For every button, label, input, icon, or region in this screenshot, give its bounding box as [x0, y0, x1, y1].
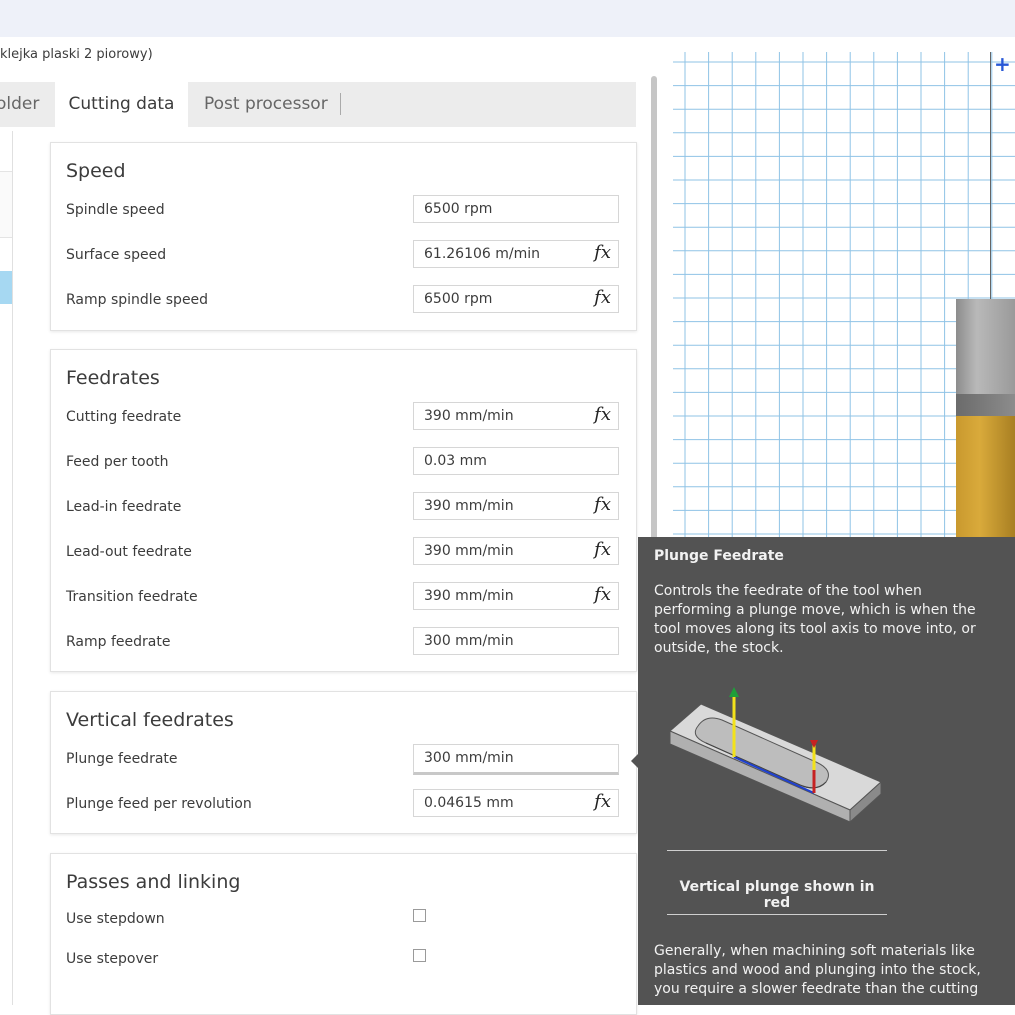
use-stepover-checkbox[interactable]	[413, 949, 426, 962]
tool-holder-shank	[956, 299, 1015, 394]
plus-icon[interactable]: +	[994, 54, 1011, 74]
tab-holder[interactable]: older	[0, 82, 55, 127]
section-title-feedrates: Feedrates	[66, 367, 160, 389]
scrollbar-thumb[interactable]	[651, 76, 657, 546]
speed-card: Speed Spindle speed Surface speed fx Ram…	[50, 142, 637, 331]
tab-post-processor[interactable]: Post processor	[204, 82, 328, 127]
left-list-item[interactable]	[0, 171, 12, 238]
section-title-speed: Speed	[66, 160, 126, 182]
tooltip-divider-top	[667, 850, 887, 851]
ramp-spindle-speed-input[interactable]	[414, 286, 594, 312]
cutting-feedrate-label: Cutting feedrate	[66, 409, 182, 425]
lead-in-feedrate-label: Lead-in feedrate	[66, 499, 182, 515]
tab-cutting-data[interactable]: Cutting data	[55, 82, 188, 127]
cutting-feedrate-field[interactable]: fx	[413, 402, 619, 430]
ramp-spindle-speed-field[interactable]: fx	[413, 285, 619, 313]
surface-speed-label: Surface speed	[66, 247, 167, 263]
cutting-feedrate-input[interactable]	[414, 403, 594, 429]
passes-linking-card: Passes and linking Use stepdown Use step…	[50, 853, 637, 1015]
plunge-illustration	[669, 687, 882, 824]
transition-feedrate-label: Transition feedrate	[66, 589, 198, 605]
plunge-feedrate-tooltip: Plunge Feedrate Controls the feedrate of…	[638, 537, 1015, 1005]
tooltip-caption: Vertical plunge shown in red	[679, 879, 875, 911]
top-bar	[0, 0, 1015, 37]
left-panel-edge	[0, 131, 13, 1005]
feed-per-tooth-field[interactable]	[413, 447, 619, 475]
tooltip-title: Plunge Feedrate	[654, 548, 784, 564]
spindle-speed-input[interactable]	[414, 196, 594, 222]
plunge-feedrate-label: Plunge feedrate	[66, 751, 178, 767]
surface-speed-input[interactable]	[414, 241, 594, 267]
left-list-item-selected[interactable]	[0, 271, 12, 304]
tool-preview-viewport[interactable]: +	[673, 52, 1015, 542]
lead-out-feedrate-label: Lead-out feedrate	[66, 544, 192, 560]
ramp-feedrate-label: Ramp feedrate	[66, 634, 171, 650]
section-title-vertical-feedrates: Vertical feedrates	[66, 709, 234, 731]
fx-icon[interactable]: fx	[594, 791, 611, 812]
tool-axis-line	[990, 52, 991, 299]
lead-out-feedrate-input[interactable]	[414, 538, 594, 564]
plunge-feedrate-field[interactable]	[413, 744, 619, 775]
plunge-feed-per-revolution-input[interactable]	[414, 790, 594, 816]
tool-body	[956, 416, 1015, 542]
lead-in-feedrate-field[interactable]: fx	[413, 492, 619, 520]
fx-icon[interactable]: fx	[594, 584, 611, 605]
lead-out-feedrate-field[interactable]: fx	[413, 537, 619, 565]
section-title-passes-linking: Passes and linking	[66, 871, 241, 893]
tool-holder-ring	[956, 394, 1015, 416]
feed-per-tooth-label: Feed per tooth	[66, 454, 169, 470]
fx-icon[interactable]: fx	[594, 539, 611, 560]
spindle-speed-label: Spindle speed	[66, 202, 165, 218]
transition-feedrate-field[interactable]: fx	[413, 582, 619, 610]
tooltip-divider-bottom	[667, 914, 887, 915]
surface-speed-field[interactable]: fx	[413, 240, 619, 268]
feedrates-card: Feedrates Cutting feedrate fx Feed per t…	[50, 349, 637, 672]
transition-feedrate-input[interactable]	[414, 583, 594, 609]
ramp-spindle-speed-label: Ramp spindle speed	[66, 292, 209, 308]
use-stepover-label: Use stepover	[66, 951, 159, 967]
plunge-feed-per-revolution-field[interactable]: fx	[413, 789, 619, 817]
lead-in-feedrate-input[interactable]	[414, 493, 594, 519]
document-title: klejka plaski 2 piorowy)	[0, 47, 153, 62]
tooltip-body: Controls the feedrate of the tool when p…	[654, 583, 976, 656]
fx-icon[interactable]: fx	[594, 287, 611, 308]
plunge-feedrate-input[interactable]	[414, 745, 594, 771]
spindle-speed-field[interactable]	[413, 195, 619, 223]
tab-bar: older Cutting data Post processor	[0, 82, 636, 127]
fx-icon[interactable]: fx	[594, 242, 611, 263]
fx-icon[interactable]: fx	[594, 494, 611, 515]
use-stepdown-checkbox[interactable]	[413, 909, 426, 922]
feed-per-tooth-input[interactable]	[414, 448, 594, 474]
tooltip-footer-text: Generally, when machining soft materials…	[654, 943, 981, 997]
ramp-feedrate-input[interactable]	[414, 628, 594, 654]
tab-divider	[340, 93, 341, 115]
fx-icon[interactable]: fx	[594, 404, 611, 425]
plunge-feed-per-revolution-label: Plunge feed per revolution	[66, 796, 252, 812]
ramp-feedrate-field[interactable]	[413, 627, 619, 655]
use-stepdown-label: Use stepdown	[66, 911, 165, 927]
vertical-feedrates-card: Vertical feedrates Plunge feedrate Plung…	[50, 691, 637, 834]
